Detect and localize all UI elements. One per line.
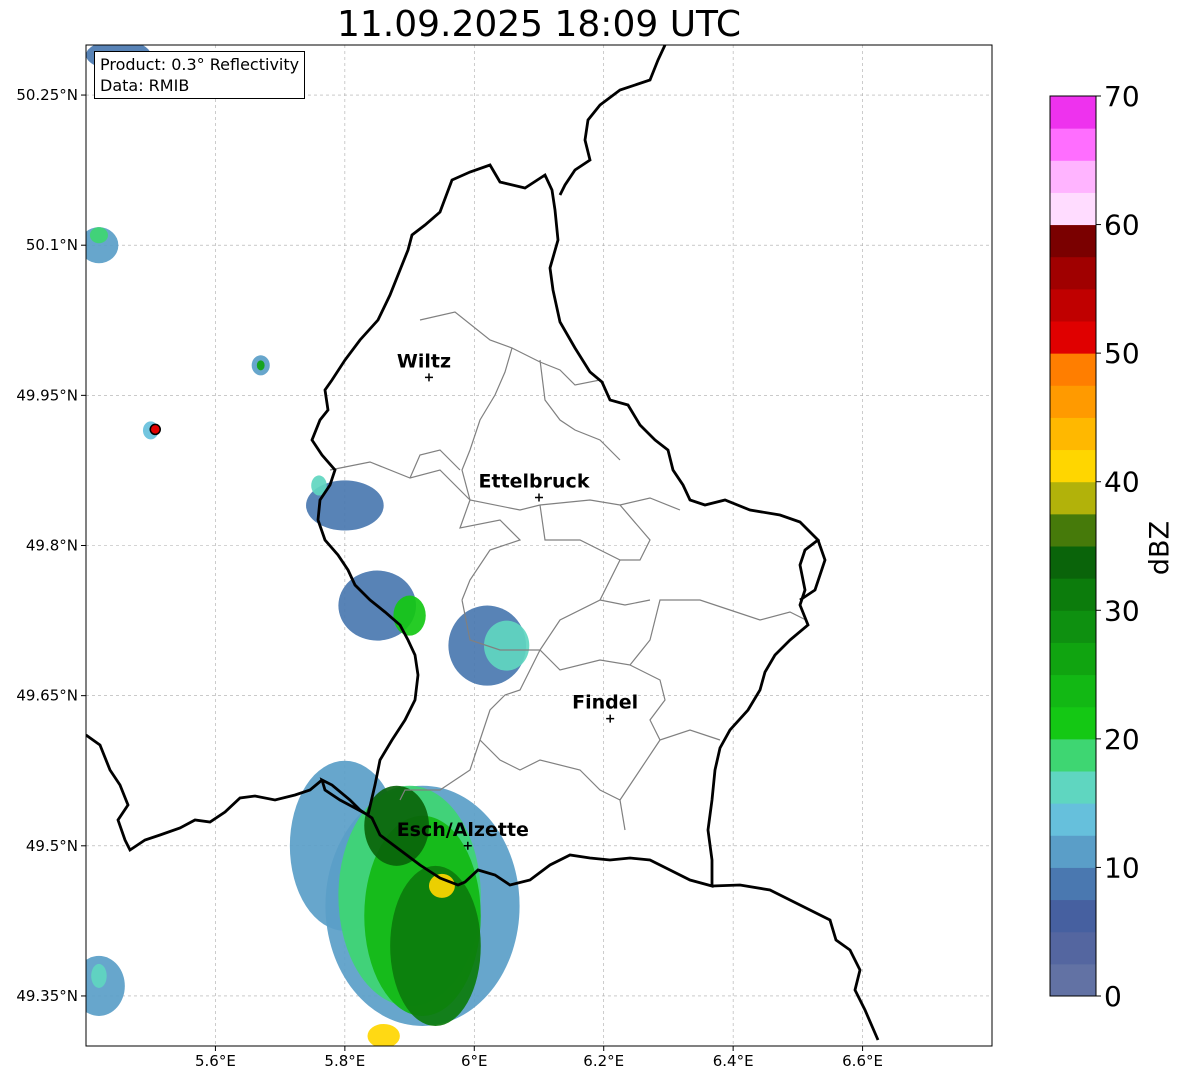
colorbar: 0 10 20 30 40 50 60 70 (1049, 80, 1140, 1013)
colorbar-segment (1050, 513, 1096, 547)
colorbar-segment (1050, 224, 1096, 258)
colorbar-segment (1050, 771, 1096, 804)
colorbar-segment (1050, 417, 1096, 451)
colorbar-segment (1050, 706, 1096, 740)
lat-tick-label: 50.1°N (26, 236, 78, 254)
city-label: Findel (572, 692, 638, 714)
colorbar-segment (1050, 481, 1096, 515)
lon-tick-label: 5.6°E (195, 1052, 236, 1070)
colorbar-tick-label: 60 (1104, 209, 1140, 242)
radar-map-figure: Wiltz Ettelbruck Findel Esch/Alzette 5.6°E 5… (16, 44, 1140, 1070)
colorbar-segment (1050, 96, 1096, 129)
radar-echo (91, 963, 107, 988)
colorbar-segment (1050, 128, 1096, 161)
colorbar-segment (1050, 321, 1096, 354)
radar-echo (367, 1023, 400, 1046)
lat-tick-label: 49.95°N (16, 386, 78, 404)
colorbar-segment (1050, 353, 1096, 386)
lat-tick-label: 49.8°N (26, 537, 78, 555)
colorbar-tick-label: 10 (1104, 851, 1140, 884)
city-label: Esch/Alzette (397, 819, 529, 841)
radar-echo (256, 360, 265, 371)
colorbar-tick-label: 70 (1104, 80, 1140, 113)
colorbar-segment (1050, 546, 1096, 579)
colorbar-segment (1050, 610, 1096, 643)
colorbar-segment (1050, 899, 1096, 933)
radar-echo (393, 595, 426, 636)
lon-tick-label: 6°E (461, 1052, 488, 1070)
colorbar-segment (1050, 674, 1096, 708)
colorbar-segment (1050, 835, 1096, 868)
lon-tick-label: 6.4°E (713, 1052, 754, 1070)
lat-tick-label: 49.35°N (16, 987, 78, 1005)
data-source-text: Data: RMIB (100, 76, 190, 95)
city-label: Wiltz (397, 350, 451, 372)
radar-echo (89, 227, 109, 244)
colorbar-segment (1050, 867, 1096, 901)
lat-tick-label: 49.5°N (26, 837, 78, 855)
colorbar-segment (1050, 160, 1096, 193)
radar-site-marker (149, 423, 161, 436)
colorbar-segment (1050, 803, 1096, 836)
colorbar-segment (1050, 385, 1096, 418)
colorbar-segment (1050, 192, 1096, 226)
colorbar-segment (1050, 963, 1096, 997)
lon-tick-label: 6.6°E (842, 1052, 883, 1070)
colorbar-segment (1050, 642, 1096, 676)
colorbar-tick-label: 40 (1104, 466, 1140, 499)
colorbar-segment (1050, 256, 1096, 290)
radar-echo (483, 620, 530, 671)
colorbar-segment (1050, 738, 1096, 772)
lat-tick-label: 49.65°N (16, 687, 78, 705)
colorbar-tick-label: 50 (1104, 337, 1140, 370)
colorbar-tick-label: 20 (1104, 723, 1140, 756)
colorbar-segment (1050, 288, 1096, 322)
colorbar-tick-label: 30 (1104, 594, 1140, 627)
colorbar-tick-label: 0 (1104, 980, 1122, 1013)
lat-tick-label: 50.25°N (16, 86, 78, 104)
lon-tick-label: 6.2°E (583, 1052, 624, 1070)
product-info-box: Product: 0.3° Reflectivity Data: RMIB (94, 51, 306, 99)
colorbar-segment (1050, 449, 1096, 483)
colorbar-label: dBZ (1144, 520, 1176, 576)
lon-tick-label: 5.8°E (324, 1052, 365, 1070)
colorbar-segment (1050, 578, 1096, 611)
city-label: Ettelbruck (479, 470, 590, 492)
colorbar-segment (1050, 931, 1096, 965)
product-text: Product: 0.3° Reflectivity (100, 55, 300, 74)
